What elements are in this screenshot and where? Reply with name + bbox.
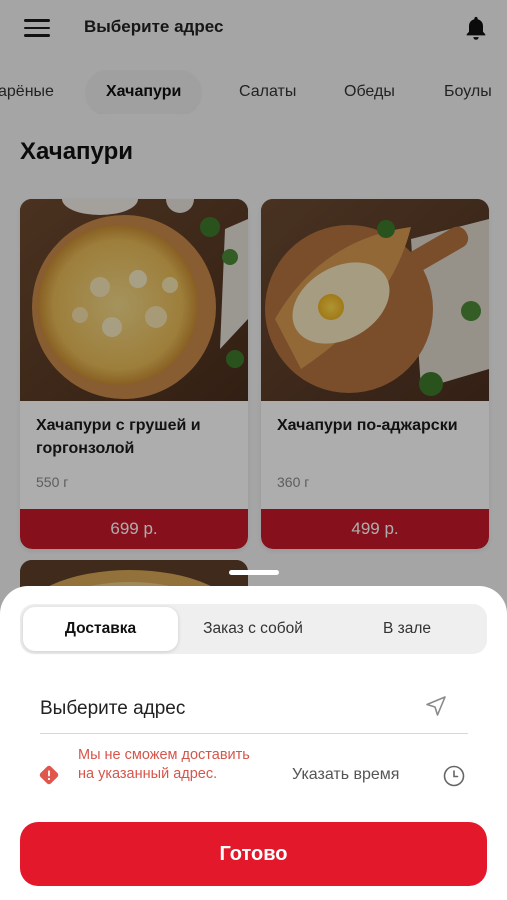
address-input[interactable]: Выберите адрес bbox=[40, 682, 468, 734]
mode-takeaway[interactable]: Заказ с собой bbox=[178, 607, 328, 651]
set-time-label: Указать время bbox=[292, 766, 400, 783]
mode-dine-in[interactable]: В зале bbox=[330, 607, 484, 651]
warning-icon bbox=[39, 765, 59, 785]
order-mode-switch: Доставка Заказ с собой В зале bbox=[20, 604, 487, 654]
mode-delivery[interactable]: Доставка bbox=[23, 607, 178, 651]
order-mode-sheet: Доставка Заказ с собой В зале Выберите а… bbox=[0, 586, 507, 900]
sheet-drag-handle[interactable] bbox=[229, 570, 279, 575]
address-placeholder: Выберите адрес bbox=[40, 698, 186, 719]
clock-icon bbox=[443, 765, 465, 787]
delivery-warning-text: Мы не сможем доставить на указанный адре… bbox=[78, 747, 250, 782]
location-arrow-icon[interactable] bbox=[424, 694, 448, 718]
done-button[interactable]: Готово bbox=[20, 822, 487, 886]
